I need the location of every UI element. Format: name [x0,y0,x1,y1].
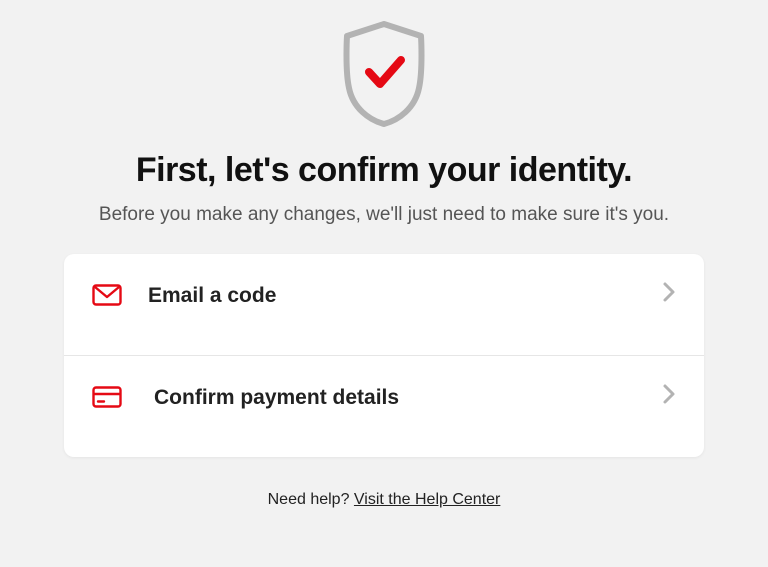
envelope-icon [92,284,124,311]
shield-check-icon [335,18,433,133]
chevron-right-icon [662,383,676,410]
option-confirm-payment[interactable]: Confirm payment details [64,355,704,457]
page-subtitle: Before you make any changes, we'll just … [99,204,669,226]
help-center-link[interactable]: Visit the Help Center [354,491,500,508]
verification-options-card: Email a code Confirm payment details [64,254,704,457]
card-icon [92,386,124,413]
help-prompt: Need help? [268,491,354,508]
chevron-right-icon [662,281,676,308]
help-footer: Need help? Visit the Help Center [268,491,501,509]
option-label: Confirm payment details [154,386,650,410]
option-label: Email a code [148,284,650,308]
option-email-code[interactable]: Email a code [64,254,704,355]
page-title: First, let's confirm your identity. [136,151,632,190]
